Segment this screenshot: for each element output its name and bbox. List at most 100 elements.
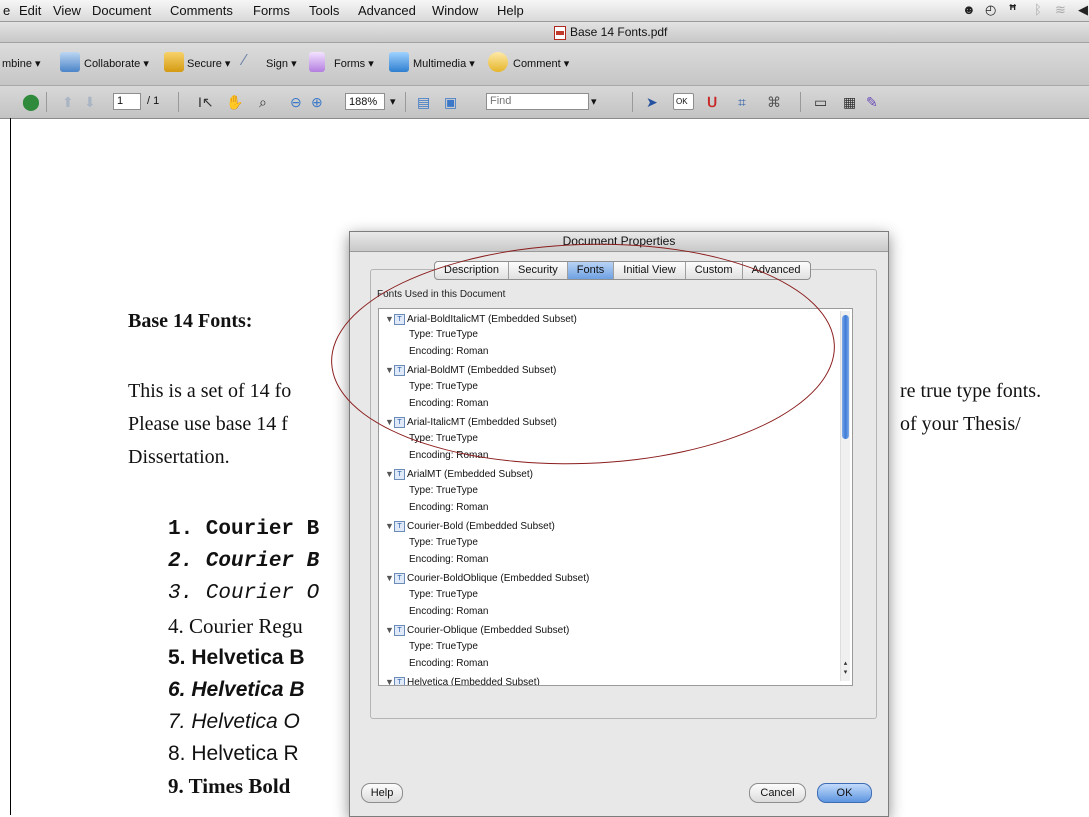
marquee-zoom-icon[interactable]: ⌕: [259, 94, 267, 111]
disclosure-triangle-icon[interactable]: ▼: [385, 675, 394, 685]
menu-forms[interactable]: Forms: [253, 3, 290, 18]
scroll-arrows-icon[interactable]: ▴ ▾: [842, 659, 849, 679]
time-machine-icon[interactable]: ◴: [985, 2, 996, 18]
menu-tools[interactable]: Tools: [309, 3, 339, 18]
globe-icon[interactable]: ⬤: [22, 92, 40, 112]
fonts-list-scrollbar[interactable]: ▴ ▾: [840, 311, 850, 681]
font-encoding: Encoding: Roman: [409, 658, 489, 669]
font-tree-item[interactable]: ▼ T Courier-Oblique (Embedded Subset): [385, 623, 569, 637]
list-item: 1. Courier B: [168, 518, 320, 541]
ok-field-button[interactable]: OK: [673, 93, 694, 110]
paragraph-line-right: of your Thesis/: [900, 413, 1021, 435]
ok-button[interactable]: OK: [817, 783, 872, 803]
zoom-level-field[interactable]: 188%: [345, 93, 385, 110]
zoom-in-icon[interactable]: ⊕: [311, 94, 323, 111]
page-left-edge: [10, 118, 11, 815]
help-button[interactable]: Help: [361, 783, 403, 803]
window-title: Base 14 Fonts.pdf: [570, 25, 668, 39]
form-field-icon[interactable]: ▦: [843, 94, 856, 111]
pen-icon: ⁄: [243, 52, 246, 69]
paragraph-line: Please use base 14 f: [128, 413, 288, 435]
next-page-icon[interactable]: ⬇: [84, 94, 96, 111]
page-number-input[interactable]: [113, 93, 141, 110]
forms-menu[interactable]: Forms ▾: [334, 57, 374, 70]
list-item: 9. Times Bold: [168, 774, 291, 798]
secure-menu[interactable]: Secure ▾: [187, 57, 230, 70]
menu-file[interactable]: e: [3, 3, 10, 18]
edit-form-icon[interactable]: ✎: [866, 94, 878, 111]
document-heading: Base 14 Fonts:: [128, 310, 253, 332]
menu-view[interactable]: View: [53, 3, 81, 18]
cancel-button[interactable]: Cancel: [749, 783, 806, 803]
text-field-icon[interactable]: ▭: [814, 94, 827, 111]
wifi-icon[interactable]: ≋: [1055, 2, 1066, 18]
list-item: 2. Courier B: [168, 550, 320, 573]
collaborate-icon: [60, 52, 80, 72]
disclosure-triangle-icon[interactable]: ▼: [385, 467, 394, 481]
font-encoding: Encoding: Roman: [409, 606, 489, 617]
comment-menu[interactable]: Comment ▾: [513, 57, 569, 70]
menu-bar: e Edit View Document Comments Forms Tool…: [0, 0, 1089, 22]
window-title-bar: Base 14 Fonts.pdf: [0, 22, 1089, 43]
font-name: Helvetica (Embedded Subset): [407, 677, 540, 686]
binoculars-icon[interactable]: ꟸ: [1009, 2, 1017, 18]
disclosure-triangle-icon[interactable]: ▼: [385, 519, 394, 533]
font-tree-item[interactable]: ▼ T Helvetica (Embedded Subset): [385, 675, 540, 686]
toolbar-separator: [178, 92, 179, 112]
collaborate-menu[interactable]: Collaborate ▾: [84, 57, 149, 70]
truetype-font-icon: T: [394, 468, 405, 480]
truetype-font-icon: T: [394, 520, 405, 532]
paragraph-line: This is a set of 14 fo: [128, 380, 292, 402]
list-item: 8. Helvetica R: [168, 742, 299, 765]
crop-icon[interactable]: ⌗: [738, 94, 746, 111]
pdf-file-icon: [554, 26, 566, 40]
find-dropdown-icon[interactable]: ▾: [591, 95, 597, 108]
robot-icon[interactable]: ☻: [962, 2, 976, 17]
lock-icon: [164, 52, 184, 72]
page-total: / 1: [147, 95, 160, 107]
font-encoding: Encoding: Roman: [409, 554, 489, 565]
scrollbar-thumb[interactable]: [842, 315, 849, 439]
font-tree-item[interactable]: ▼ T Courier-Bold (Embedded Subset): [385, 519, 555, 533]
truetype-font-icon: T: [394, 676, 405, 685]
fit-page-icon[interactable]: ▤: [417, 94, 430, 111]
multimedia-menu[interactable]: Multimedia ▾: [413, 57, 475, 70]
pointer-tool-icon[interactable]: ➤: [646, 94, 658, 111]
sign-menu[interactable]: Sign ▾: [266, 57, 297, 70]
menu-help[interactable]: Help: [497, 3, 524, 18]
truetype-font-icon: T: [394, 572, 405, 584]
hands-icon[interactable]: ᑌ: [707, 94, 717, 111]
menu-advanced[interactable]: Advanced: [358, 3, 416, 18]
font-tree-item[interactable]: ▼ T ArialMT (Embedded Subset): [385, 467, 533, 481]
fit-width-icon[interactable]: ▣: [444, 94, 457, 111]
zoom-out-icon[interactable]: ⊖: [290, 94, 302, 111]
combine-menu[interactable]: mbine ▾: [2, 57, 41, 70]
menu-comments[interactable]: Comments: [170, 3, 233, 18]
paragraph-line: Dissertation.: [128, 446, 230, 468]
volume-icon[interactable]: ◀: [1078, 2, 1088, 18]
menu-edit[interactable]: Edit: [19, 3, 41, 18]
list-item: 3. Courier O: [168, 582, 320, 605]
previous-page-icon[interactable]: ⬆: [62, 94, 74, 111]
select-tool-icon[interactable]: I↖: [198, 94, 214, 111]
font-type: Type: TrueType: [409, 589, 478, 600]
hand-tool-icon[interactable]: ✋: [226, 94, 243, 111]
find-input[interactable]: [486, 93, 589, 110]
paperclip-icon[interactable]: ⌘: [767, 94, 781, 111]
toolbar-separator: [632, 92, 633, 112]
font-type: Type: TrueType: [409, 485, 478, 496]
list-item: 4. Courier Regu: [168, 614, 303, 638]
zoom-dropdown-icon[interactable]: ▾: [390, 95, 396, 108]
disclosure-triangle-icon[interactable]: ▼: [385, 571, 394, 585]
disclosure-triangle-icon[interactable]: ▼: [385, 623, 394, 637]
list-item: 6. Helvetica B: [168, 678, 305, 701]
bluetooth-icon[interactable]: ᛒ: [1034, 2, 1042, 17]
menu-document[interactable]: Document: [92, 3, 151, 18]
task-toolbar: mbine ▾ Collaborate ▾ Secure ▾ ⁄ Sign ▾ …: [0, 43, 1089, 86]
font-tree-item[interactable]: ▼ T Courier-BoldOblique (Embedded Subset): [385, 571, 589, 585]
list-item: 7. Helvetica O: [168, 710, 300, 733]
list-item: 5. Helvetica B: [168, 646, 305, 669]
menu-window[interactable]: Window: [432, 3, 478, 18]
forms-icon: [309, 52, 325, 72]
font-name: Courier-BoldOblique (Embedded Subset): [407, 573, 590, 584]
